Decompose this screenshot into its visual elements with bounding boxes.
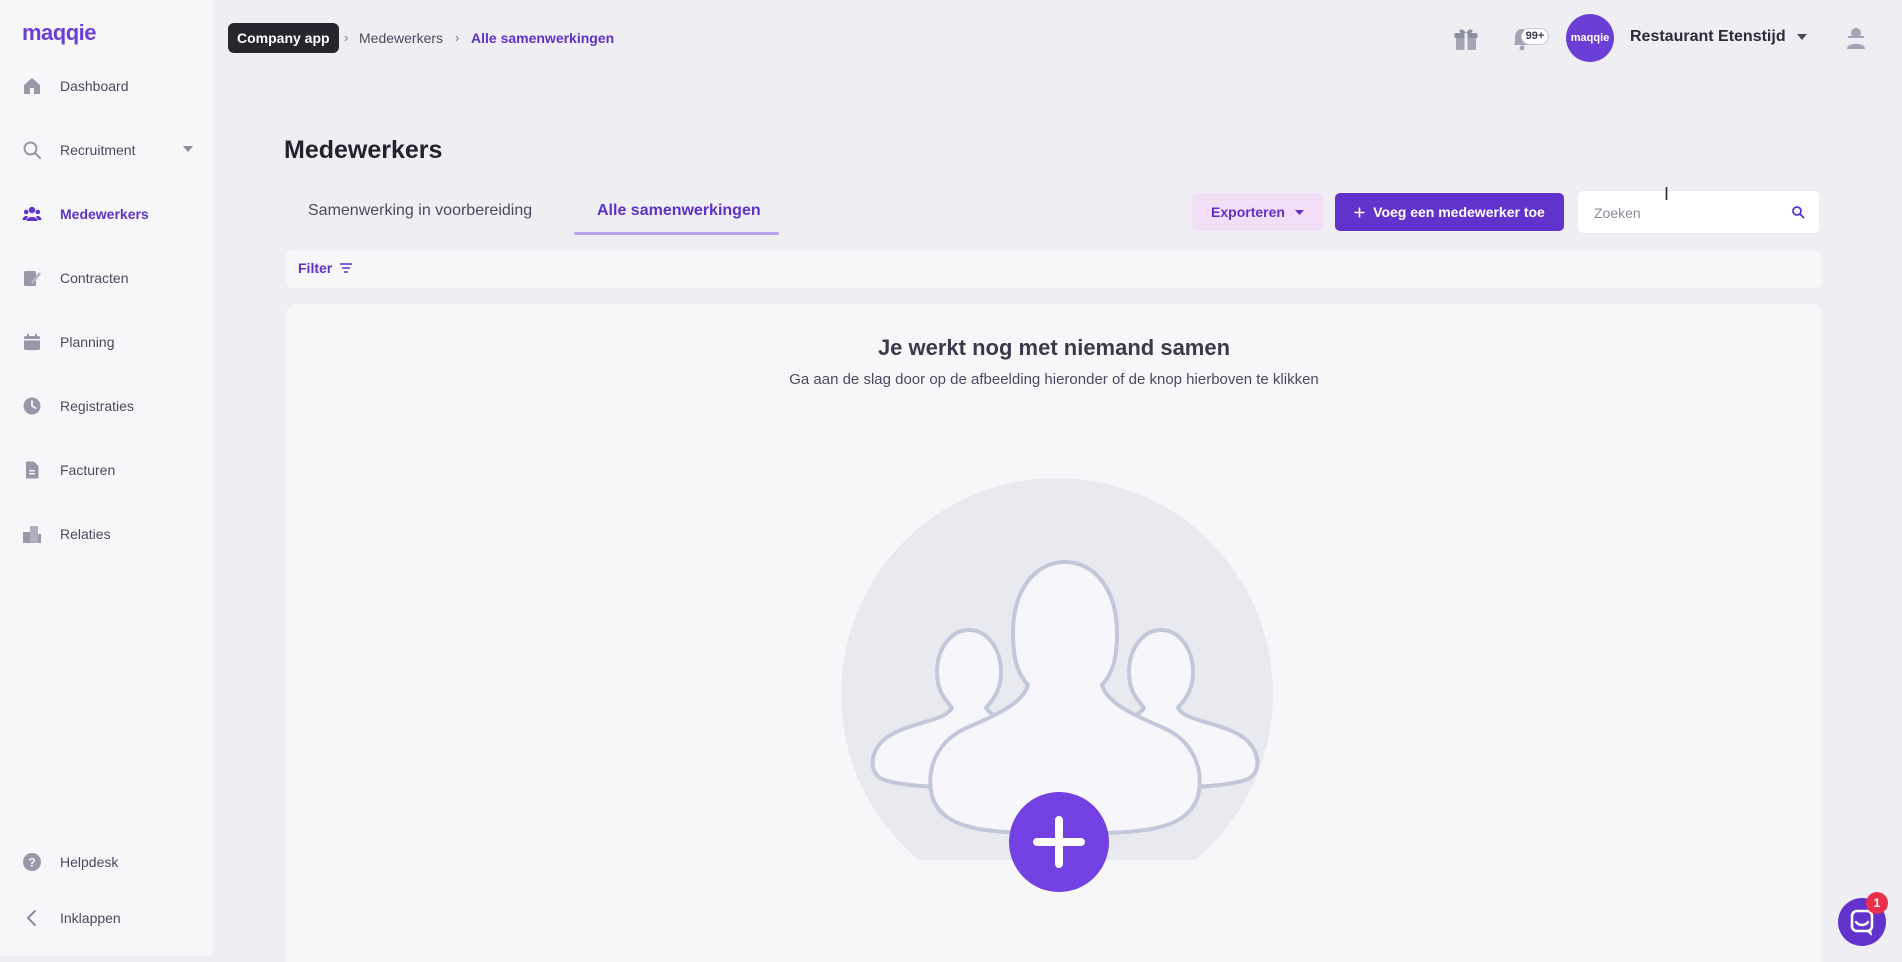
chevron-down-icon [1294, 209, 1304, 215]
logo[interactable]: maqqie [22, 20, 97, 46]
plus-icon [1354, 207, 1365, 217]
empty-state-subtitle: Ga aan de slag door op de afbeelding hie… [789, 371, 1319, 388]
notification-count-badge: 99+ [1521, 28, 1549, 45]
filter-icon [340, 263, 353, 273]
breadcrumb-medewerkers[interactable]: Medewerkers [359, 30, 443, 46]
sidebar-item-label: Planning [60, 334, 115, 350]
sidebar-item-label: Inklappen [60, 910, 121, 926]
gift-icon[interactable] [1453, 26, 1479, 52]
text-cursor-icon: I [1664, 184, 1670, 204]
sidebar-item-recruitment[interactable]: Recruitment [0, 128, 214, 172]
tab-samenwerking-in-voorbereiding[interactable]: Samenwerking in voorbereiding [308, 202, 532, 220]
sidebar-item-label: Medewerkers [60, 206, 149, 222]
svg-text:?: ? [28, 856, 35, 870]
tab-alle-samenwerkingen[interactable]: Alle samenwerkingen [597, 202, 761, 220]
sidebar-item-dashboard[interactable]: Dashboard [0, 64, 214, 108]
search-input[interactable] [1594, 201, 1784, 225]
search-icon [23, 141, 42, 160]
sidebar-item-label: Facturen [60, 462, 116, 478]
add-employee-illustration[interactable] [838, 474, 1278, 904]
search-box [1577, 190, 1820, 234]
empty-state-title: Je werkt nog met niemand samen [877, 335, 1231, 360]
avatar[interactable]: maqqie [1566, 14, 1614, 62]
filter-button-label: Filter [298, 260, 333, 276]
collapse-sidebar-button[interactable]: Inklappen [0, 896, 214, 940]
sidebar-item-label: Dashboard [60, 78, 129, 94]
sidebar-item-medewerkers[interactable]: Medewerkers [0, 192, 214, 236]
sidebar-item-contracten[interactable]: Contracten [0, 256, 214, 300]
filter-button[interactable]: Filter [298, 260, 353, 276]
sidebar-item-facturen[interactable]: Facturen [0, 448, 214, 492]
user-menu-icon[interactable] [1844, 25, 1868, 51]
breadcrumb-current: Alle samenwerkingen [471, 30, 615, 46]
sidebar-item-label: Relaties [60, 526, 111, 542]
sidebar-item-planning[interactable]: Planning [0, 320, 214, 364]
help-icon: ? [23, 853, 41, 871]
sidebar-item-label: Recruitment [60, 142, 136, 158]
chevron-down-icon [183, 146, 193, 152]
sidebar-item-registraties[interactable]: Registraties [0, 384, 214, 428]
export-button-label: Exporteren [1211, 204, 1285, 220]
chat-unread-badge: 1 [1866, 892, 1888, 914]
users-icon [22, 206, 42, 221]
empty-state-card: Je werkt nog met niemand samen Ga aan de… [286, 304, 1822, 962]
add-employee-button[interactable]: Voeg een medewerker toe [1335, 193, 1564, 231]
export-button[interactable]: Exporteren [1192, 193, 1323, 231]
sidebar-item-label: Helpdesk [60, 854, 119, 870]
contract-icon [24, 271, 41, 286]
chevron-left-icon [27, 910, 36, 926]
add-employee-button-label: Voeg een medewerker toe [1373, 204, 1545, 220]
active-tab-indicator [574, 232, 779, 235]
search-icon[interactable] [1791, 205, 1805, 219]
breadcrumb-company-app[interactable]: Company app [228, 23, 339, 53]
filter-bar: Filter [286, 250, 1822, 288]
account-dropdown-icon[interactable] [1797, 34, 1807, 40]
clock-icon [23, 397, 41, 415]
breadcrumb-separator: › [344, 30, 349, 45]
home-icon [24, 78, 40, 94]
sidebar: maqqie Dashboard Recruitment Medewerkers… [0, 0, 214, 956]
buildings-icon [23, 526, 41, 543]
invoice-icon [26, 461, 39, 479]
sidebar-item-helpdesk[interactable]: ? Helpdesk [0, 840, 214, 884]
sidebar-item-label: Contracten [60, 270, 129, 286]
breadcrumb-separator: › [455, 30, 460, 45]
page-title: Medewerkers [284, 136, 443, 164]
calendar-icon [24, 333, 40, 350]
sidebar-item-label: Registraties [60, 398, 134, 414]
sidebar-item-relaties[interactable]: Relaties [0, 512, 214, 556]
account-name[interactable]: Restaurant Etenstijd [1630, 28, 1786, 46]
